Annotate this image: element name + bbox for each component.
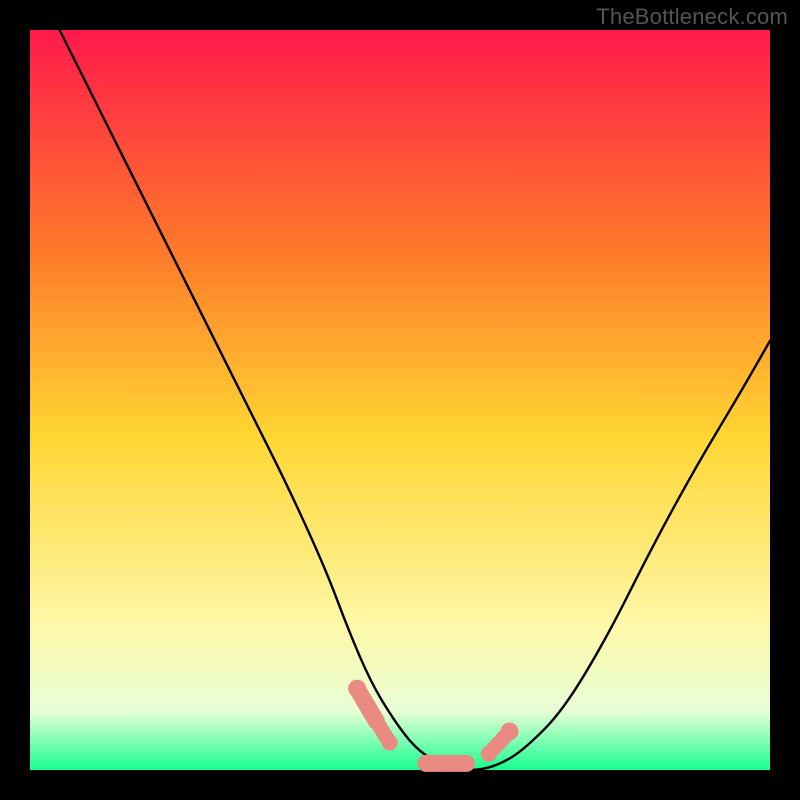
bottleneck-chart [0,0,800,800]
watermark-text: TheBottleneck.com [596,4,788,30]
plot-background [30,30,770,770]
chart-frame: TheBottleneck.com [0,0,800,800]
